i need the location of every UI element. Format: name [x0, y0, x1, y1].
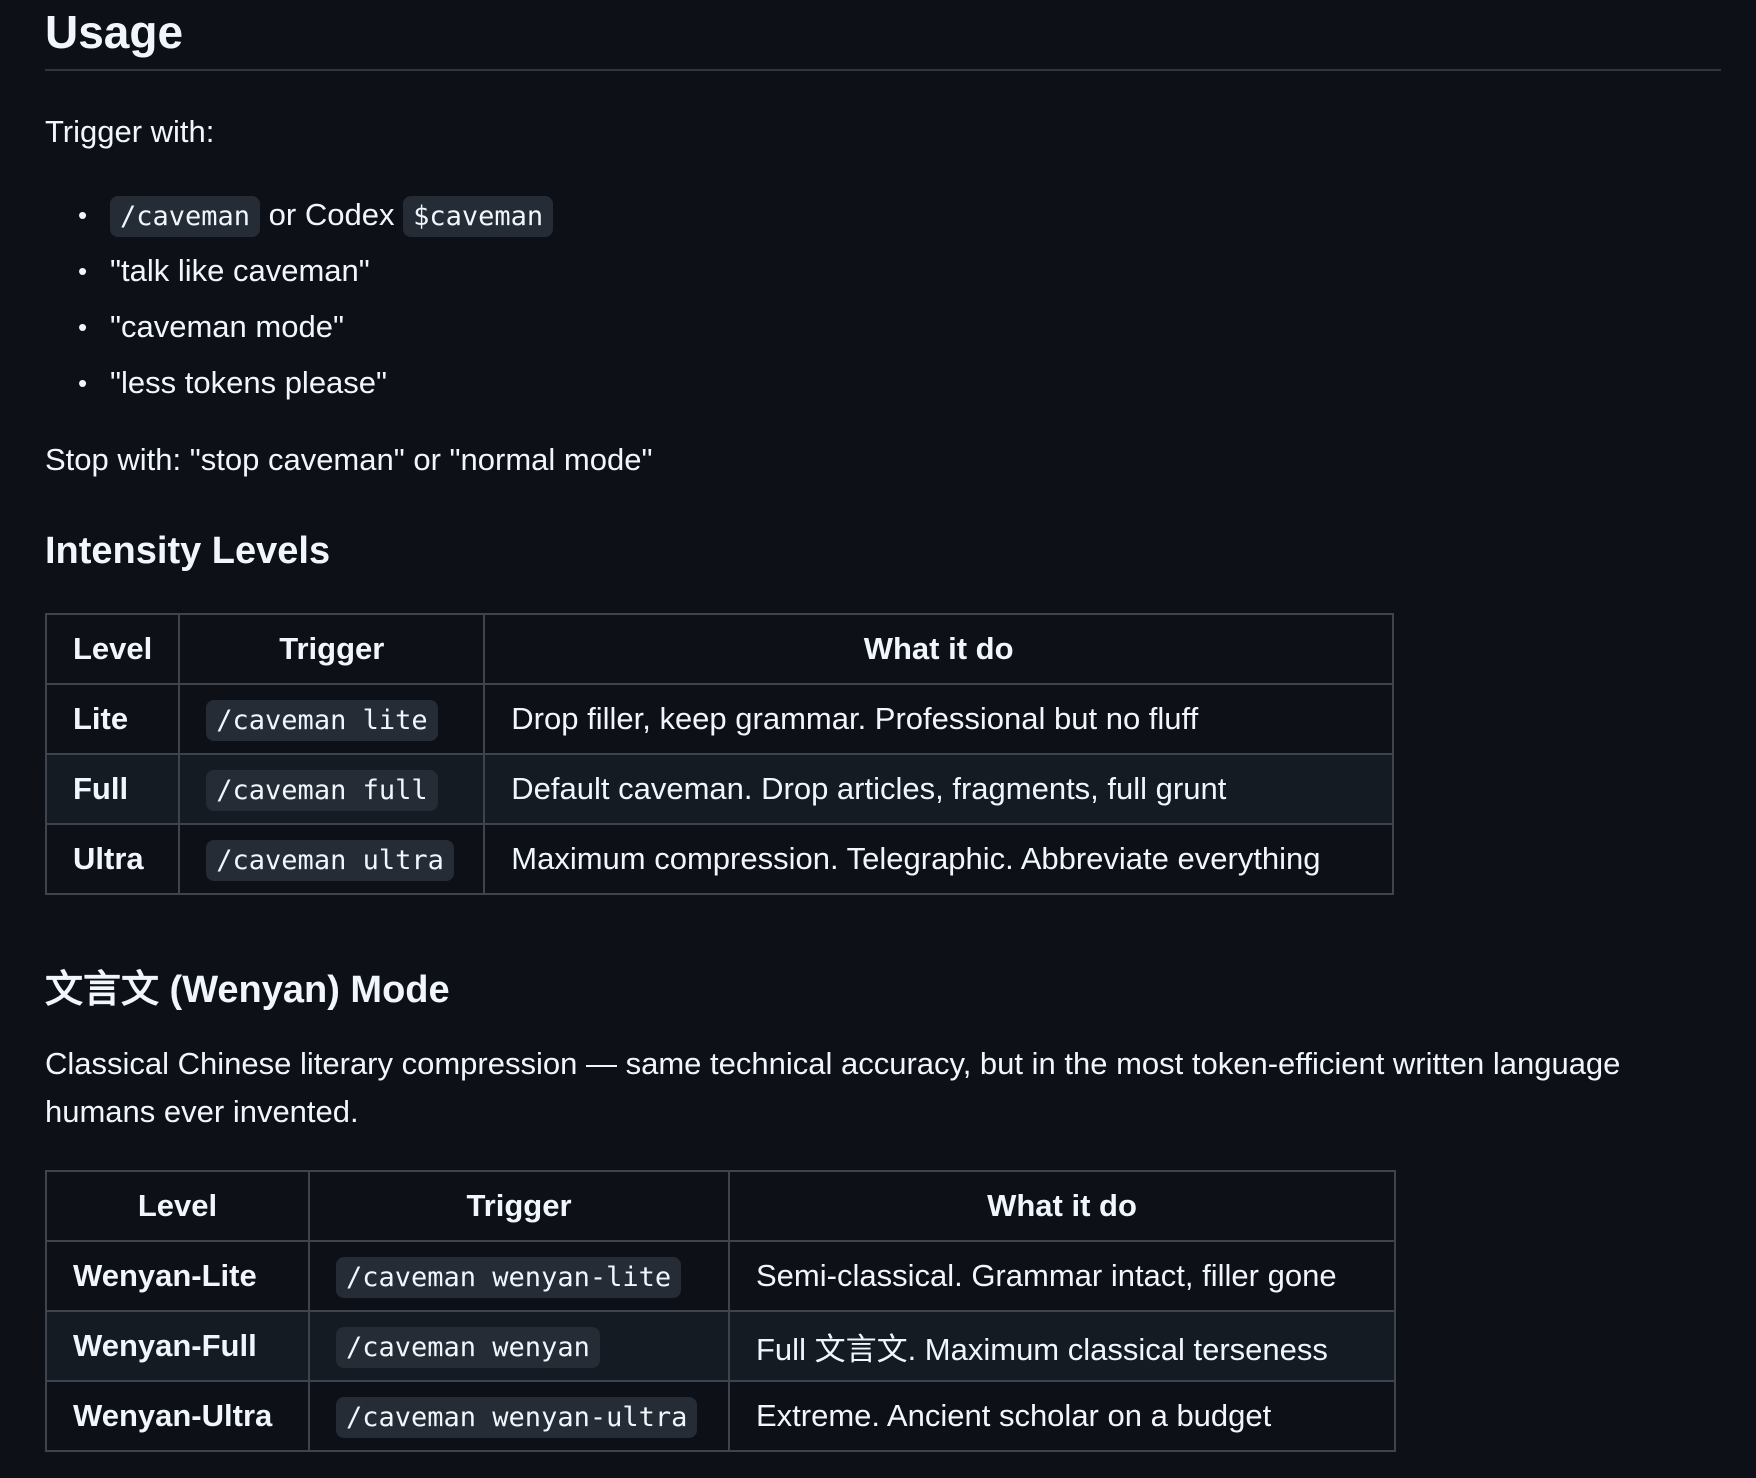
wenyan-levels-table: Level Trigger What it do Wenyan-Lite /ca… — [45, 1170, 1396, 1452]
list-item: • /caveman or Codex $caveman — [78, 187, 554, 243]
list-item-text: "caveman mode" — [110, 309, 344, 344]
column-header-what-it-do: What it do — [483, 613, 1394, 685]
level-cell: Wenyan-Full — [45, 1310, 310, 1382]
column-header-trigger: Trigger — [308, 1170, 730, 1242]
table-row: Wenyan-Full /caveman wenyan Full 文言文. Ma… — [45, 1310, 1396, 1382]
level-cell: Wenyan-Lite — [45, 1240, 310, 1312]
trigger-cell: /caveman wenyan-lite — [308, 1240, 730, 1312]
description-cell: Drop filler, keep grammar. Professional … — [483, 683, 1394, 755]
inline-code: $caveman — [403, 196, 554, 237]
column-header-level: Level — [44, 613, 181, 685]
trigger-list: • /caveman or Codex $caveman • "talk lik… — [45, 187, 554, 411]
column-header-trigger: Trigger — [178, 613, 486, 685]
description-cell: Maximum compression. Telegraphic. Abbrev… — [483, 823, 1394, 895]
inline-code: /caveman ultra — [206, 840, 454, 881]
readme-content: Usage Trigger with: • /caveman or Codex … — [44, 0, 1721, 1452]
list-item-text: "talk like caveman" — [110, 253, 370, 288]
trigger-cell: /caveman ultra — [178, 823, 486, 895]
inline-code: /caveman lite — [206, 700, 438, 741]
intensity-levels-table: Level Trigger What it do Lite /caveman l… — [44, 613, 1394, 895]
inline-code: /caveman full — [206, 770, 438, 811]
trigger-cell: /caveman wenyan-ultra — [308, 1380, 730, 1452]
inline-code: /caveman wenyan — [336, 1327, 600, 1368]
wenyan-mode-heading: 文言文 (Wenyan) Mode — [45, 969, 450, 1011]
trigger-intro-text: Trigger with: — [45, 114, 215, 149]
trigger-cell: /caveman full — [178, 753, 486, 825]
usage-heading: Usage — [45, 0, 1721, 71]
inline-code: /caveman wenyan-lite — [336, 1257, 682, 1298]
inline-code: /caveman wenyan-ultra — [336, 1397, 698, 1438]
bullet-icon: • — [78, 256, 88, 286]
table-row: Wenyan-Ultra /caveman wenyan-ultra Extre… — [45, 1380, 1396, 1452]
level-cell: Ultra — [44, 823, 181, 895]
list-item: • "talk like caveman" — [78, 243, 553, 299]
list-item: • "less tokens please" — [78, 355, 553, 411]
column-header-what-it-do: What it do — [728, 1170, 1396, 1242]
table-row: Wenyan-Lite /caveman wenyan-lite Semi-cl… — [45, 1240, 1396, 1312]
level-cell: Wenyan-Ultra — [45, 1380, 310, 1452]
bullet-icon: • — [78, 312, 88, 342]
table-row: Ultra /caveman ultra Maximum compression… — [44, 823, 1394, 895]
list-item-text: or Codex — [260, 197, 404, 232]
intensity-levels-heading: Intensity Levels — [45, 530, 331, 572]
table-header-row: Level Trigger What it do — [45, 1170, 1396, 1242]
list-item-text: "less tokens please" — [110, 365, 388, 400]
trigger-cell: /caveman lite — [178, 683, 486, 755]
description-cell: Default caveman. Drop articles, fragment… — [483, 753, 1394, 825]
inline-code: /caveman — [110, 196, 261, 237]
wenyan-description: Classical Chinese literary compression —… — [45, 1046, 1621, 1129]
level-cell: Lite — [44, 683, 181, 755]
table-row: Lite /caveman lite Drop filler, keep gra… — [44, 683, 1394, 755]
table-row: Full /caveman full Default caveman. Drop… — [44, 753, 1394, 825]
column-header-level: Level — [45, 1170, 310, 1242]
table-header-row: Level Trigger What it do — [44, 613, 1394, 685]
bullet-icon: • — [78, 368, 88, 398]
list-item: • "caveman mode" — [78, 299, 553, 355]
description-cell: Extreme. Ancient scholar on a budget — [728, 1380, 1396, 1452]
bullet-icon: • — [78, 200, 88, 230]
stop-text: Stop with: "stop caveman" or "normal mod… — [45, 442, 653, 477]
trigger-cell: /caveman wenyan — [308, 1310, 730, 1382]
level-cell: Full — [44, 753, 181, 825]
description-cell: Full 文言文. Maximum classical terseness — [728, 1310, 1396, 1382]
description-cell: Semi-classical. Grammar intact, filler g… — [728, 1240, 1396, 1312]
